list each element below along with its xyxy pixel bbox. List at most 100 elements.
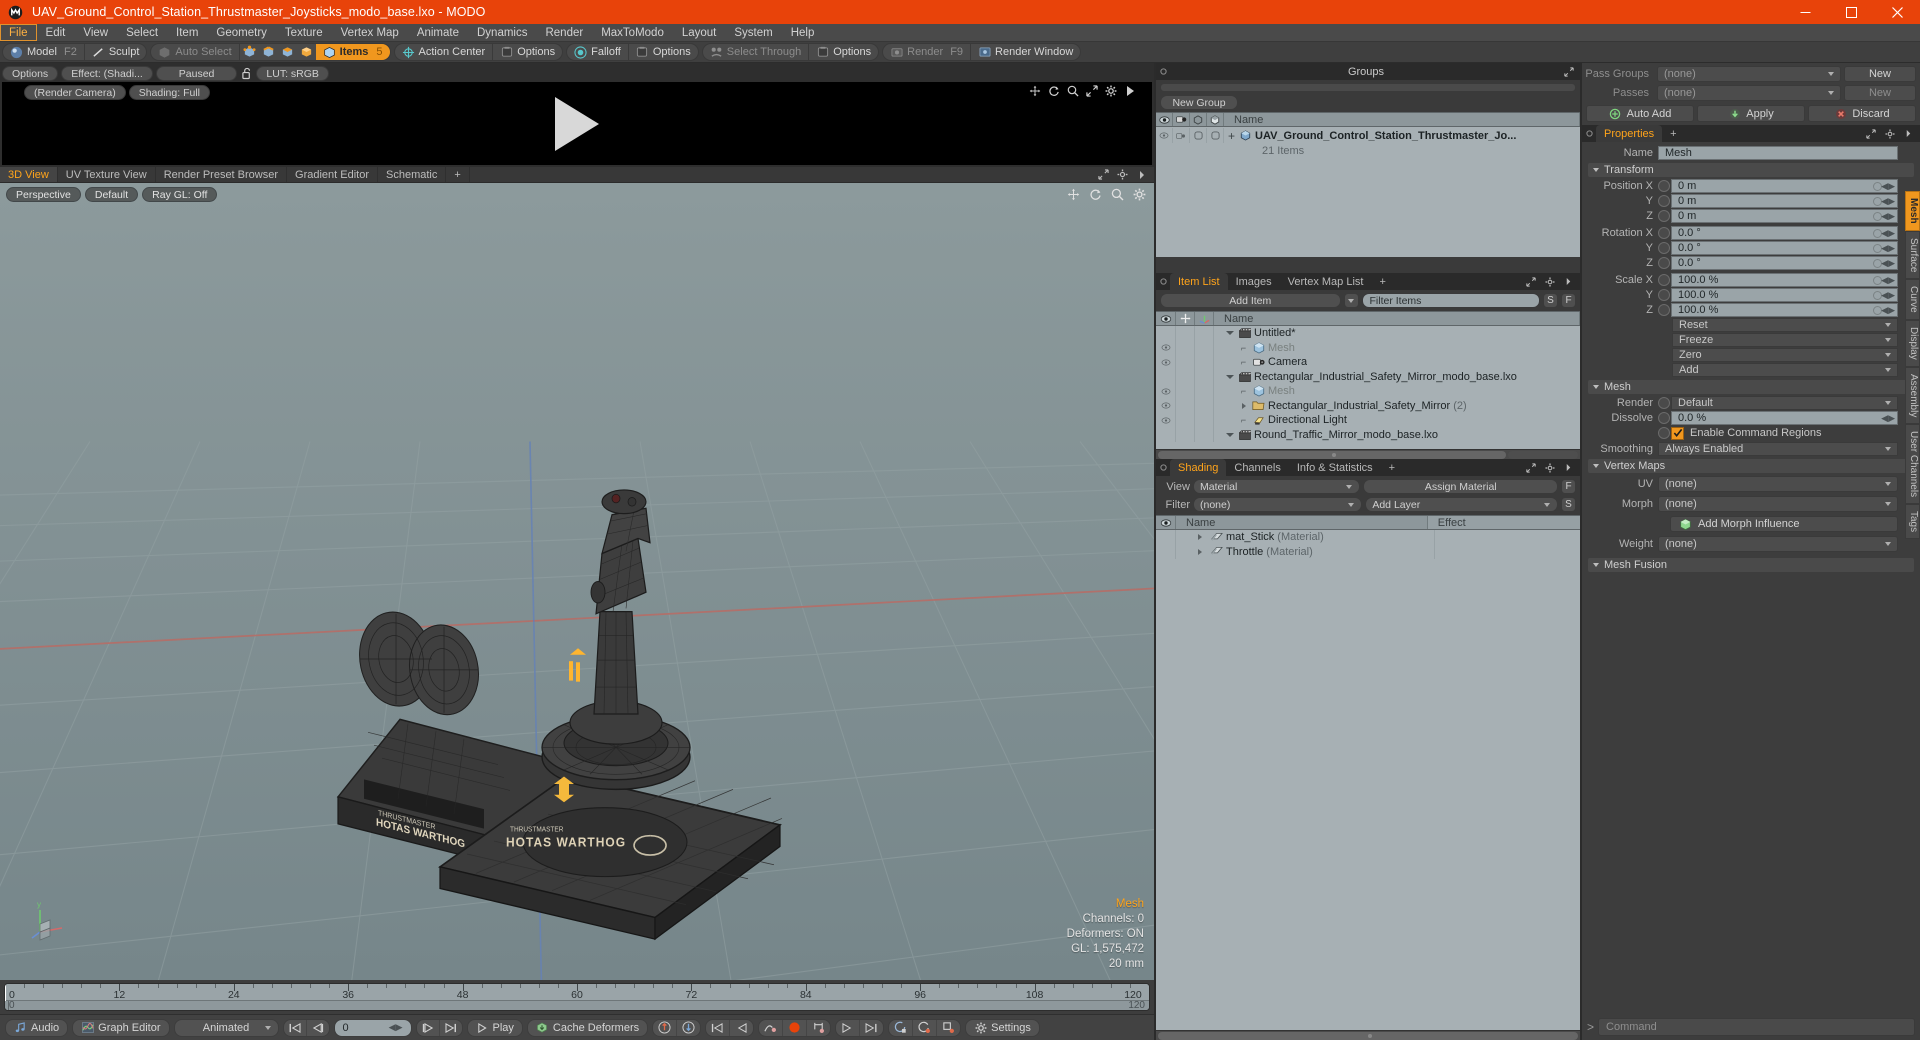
- auto-select-button[interactable]: Auto Select: [151, 44, 238, 60]
- last-key-button[interactable]: [860, 1020, 883, 1036]
- gear-icon[interactable]: [1116, 168, 1129, 181]
- pass-groups-new-button[interactable]: New: [1844, 65, 1916, 82]
- item-list-row[interactable]: ⌐ Directional Light: [1156, 413, 1580, 428]
- maximize-button[interactable]: [1828, 0, 1874, 24]
- rotate-icon[interactable]: [1048, 85, 1060, 97]
- tab-add[interactable]: +: [1662, 125, 1684, 142]
- settings-button[interactable]: Settings: [965, 1018, 1040, 1037]
- smoothing-select[interactable]: Always Enabled: [1658, 442, 1898, 456]
- chevron-down-icon[interactable]: [1225, 374, 1234, 379]
- row-eye-toggle[interactable]: [1156, 544, 1176, 559]
- viewport-perspective-button[interactable]: Perspective: [6, 187, 81, 202]
- row-move-toggle[interactable]: [1176, 398, 1195, 413]
- preview-paused-button[interactable]: Paused: [155, 66, 238, 81]
- action-center-options-button[interactable]: Options: [492, 44, 562, 60]
- menu-select[interactable]: Select: [117, 24, 167, 41]
- row-move-toggle[interactable]: [1176, 340, 1195, 355]
- vertex-mode-button[interactable]: [238, 44, 259, 60]
- preview-shading-button[interactable]: Shading: Full: [128, 85, 210, 100]
- render-channel-toggle[interactable]: [1658, 397, 1670, 409]
- fit-icon[interactable]: [1086, 85, 1098, 97]
- panel-dot-icon[interactable]: [1156, 459, 1170, 476]
- transform-field-input[interactable]: 0.0 ° ◀▶: [1671, 256, 1898, 270]
- stepper-arrows-icon[interactable]: ◀▶: [1881, 211, 1895, 222]
- group-row-name[interactable]: + UAV_Ground_Control_Station_Thrustmaste…: [1224, 129, 1516, 143]
- side-tab-surface[interactable]: Surface: [1905, 230, 1920, 280]
- transform-field-input[interactable]: 0 m ◀▶: [1671, 179, 1898, 193]
- timeline-track[interactable]: 0 12 24 36 48 60 72 84 96 108 120 0 120: [4, 983, 1150, 1011]
- shaded-icon[interactable]: [1207, 113, 1224, 126]
- expand-icon[interactable]: [1864, 127, 1877, 140]
- stepper-arrows-icon[interactable]: ◀▶: [1881, 196, 1895, 207]
- groups-slider[interactable]: [1160, 83, 1576, 92]
- expand-icon[interactable]: [1562, 65, 1575, 78]
- channel-toggle[interactable]: [1658, 210, 1670, 222]
- item-list-row[interactable]: ⌐ Mesh: [1156, 340, 1580, 355]
- channel-toggle[interactable]: [1658, 304, 1670, 316]
- dissolve-field[interactable]: 0.0 % ◀▶: [1671, 411, 1898, 425]
- row-axis-toggle[interactable]: [1195, 355, 1214, 370]
- row-axis-toggle[interactable]: [1195, 398, 1214, 413]
- viewport-shading-preset-button[interactable]: Default: [84, 187, 139, 202]
- polygon-mode-button[interactable]: [278, 44, 297, 60]
- autokey-button[interactable]: [889, 1019, 914, 1036]
- axis-gizmo[interactable]: y: [28, 898, 72, 942]
- tree-expander[interactable]: [1238, 402, 1249, 409]
- channel-toggle[interactable]: [1658, 289, 1670, 301]
- menu-vertex-map[interactable]: Vertex Map: [332, 24, 408, 41]
- panel-dot-icon[interactable]: [1582, 125, 1596, 142]
- key-up-button[interactable]: [653, 1019, 678, 1036]
- edge-mode-button[interactable]: [259, 44, 278, 60]
- channel-toggle[interactable]: [1658, 195, 1670, 207]
- preview-effect-button[interactable]: Effect: (Shadi...: [61, 66, 153, 81]
- timeline-playhead[interactable]: [5, 984, 6, 1001]
- menu-help[interactable]: Help: [782, 24, 824, 41]
- item-list-row[interactable]: Rectangular_Industrial_Safety_Mirror (2): [1156, 398, 1580, 413]
- groups-table-body[interactable]: + UAV_Ground_Control_Station_Thrustmaste…: [1156, 127, 1580, 257]
- model-mode-button[interactable]: Model F2: [3, 44, 84, 60]
- stepper-arrows-icon[interactable]: ◀▶: [389, 1022, 403, 1033]
- add-morph-influence-button[interactable]: Add Morph Influence: [1670, 516, 1898, 532]
- menu-edit[interactable]: Edit: [37, 24, 75, 41]
- transform-field-input[interactable]: 0 m ◀▶: [1671, 194, 1898, 208]
- row-eye-toggle[interactable]: [1156, 530, 1176, 545]
- expand-plus-icon[interactable]: +: [1228, 129, 1235, 143]
- tab-gradient-editor[interactable]: Gradient Editor: [287, 167, 378, 182]
- table-row[interactable]: + UAV_Ground_Control_Station_Thrustmaste…: [1156, 127, 1580, 144]
- row-eye-toggle[interactable]: [1156, 326, 1176, 341]
- gear-icon[interactable]: [1133, 188, 1146, 201]
- item-list-row[interactable]: Rectangular_Industrial_Safety_Mirror_mod…: [1156, 369, 1580, 384]
- channel-toggle[interactable]: [1658, 180, 1670, 192]
- row-eye-toggle[interactable]: [1156, 384, 1176, 399]
- filter-items-input[interactable]: Filter Items: [1361, 293, 1540, 308]
- audio-button[interactable]: Audio: [5, 1018, 69, 1037]
- preview-render-camera-button[interactable]: (Render Camera): [24, 85, 126, 100]
- shading-table-body[interactable]: mat_Stick (Material) Throttle (Material): [1156, 530, 1580, 1030]
- row-eye-toggle[interactable]: [1156, 369, 1176, 384]
- go-start-button[interactable]: [284, 1019, 307, 1036]
- go-end-button[interactable]: [440, 1020, 462, 1036]
- row-eye-toggle[interactable]: [1156, 340, 1176, 355]
- axis-icon[interactable]: [1195, 312, 1214, 325]
- command-input[interactable]: Command: [1598, 1018, 1915, 1036]
- stepper-arrows-icon[interactable]: ◀▶: [1881, 275, 1895, 286]
- row-eye-toggle[interactable]: [1156, 355, 1176, 370]
- viewport-raygl-button[interactable]: Ray GL: Off: [142, 187, 218, 202]
- gear-icon[interactable]: [1543, 275, 1556, 288]
- first-key-button[interactable]: [706, 1019, 731, 1036]
- row-eye-toggle[interactable]: [1156, 398, 1176, 413]
- chevron-right-icon[interactable]: [1135, 168, 1148, 181]
- transform-field-input[interactable]: 100.0 % ◀▶: [1671, 288, 1898, 302]
- row-eye-toggle[interactable]: [1156, 413, 1176, 428]
- move-icon[interactable]: [1176, 312, 1195, 325]
- chevron-right-icon[interactable]: [1241, 402, 1246, 409]
- expand-icon[interactable]: [1524, 461, 1537, 474]
- sculpt-mode-button[interactable]: Sculpt: [83, 44, 147, 60]
- rotate-icon[interactable]: [1089, 188, 1102, 201]
- timeline-ruler[interactable]: 0 12 24 36 48 60 72 84 96 108 120: [5, 984, 1149, 1001]
- stepper-arrows-icon[interactable]: ◀▶: [1881, 228, 1895, 239]
- tab-channels[interactable]: Channels: [1226, 459, 1288, 476]
- channel-toggle[interactable]: [1658, 242, 1670, 254]
- chevron-right-icon[interactable]: [1198, 548, 1202, 555]
- transform-action-select[interactable]: Reset: [1672, 318, 1898, 332]
